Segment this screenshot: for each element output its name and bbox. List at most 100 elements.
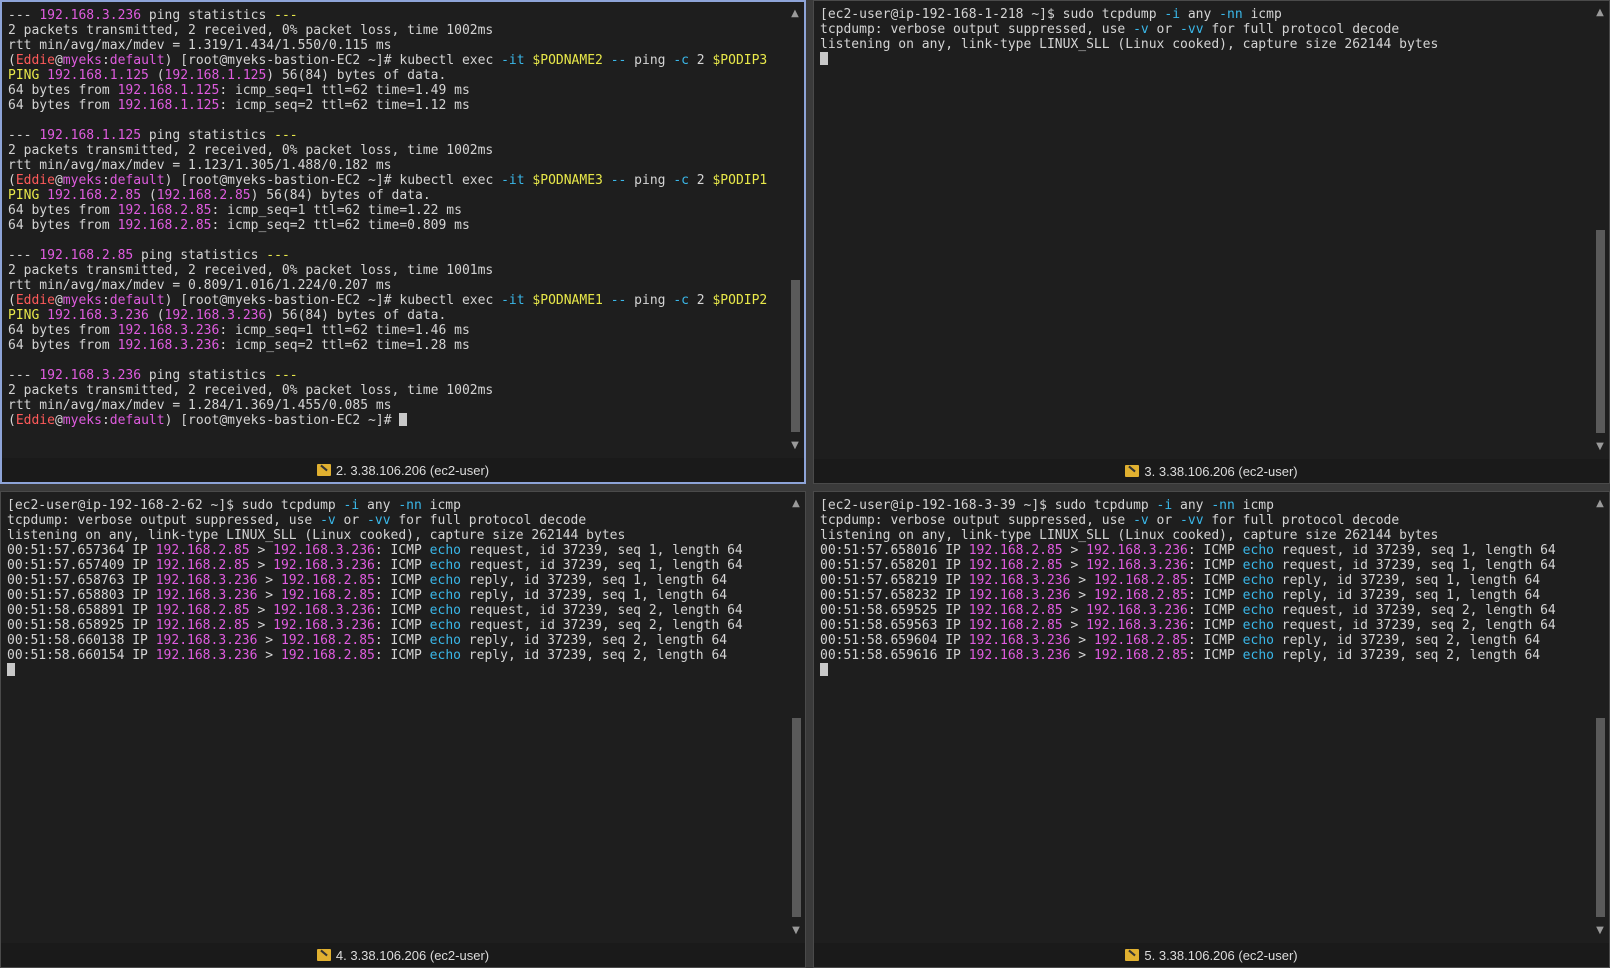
terminal-text: echo	[429, 618, 461, 633]
scroll-up-arrow-icon[interactable]: ▲	[1593, 498, 1607, 510]
terminal-text: : icmp_seq=2 ttl=62 time=1.28 ms	[219, 338, 470, 353]
terminal-text: echo	[1242, 618, 1274, 633]
terminal-text: >	[249, 558, 274, 573]
scroll-up-arrow-icon[interactable]: ▲	[1593, 7, 1607, 19]
terminal-text: [ec2-user@ip-192-168-3-39 ~]$ sudo tcpdu…	[820, 498, 1157, 513]
scroll-thumb[interactable]	[1596, 230, 1605, 433]
terminal-text: reply, id 37239, seq 2, length 64	[1273, 648, 1541, 663]
vertical-scrollbar[interactable]: ▲ ▼	[788, 8, 802, 452]
terminal-output[interactable]: [ec2-user@ip-192-168-1-218 ~]$ sudo tcpd…	[820, 7, 1589, 453]
terminal-text: rtt min/avg/max/mdev = 1.284/1.369/1.455…	[8, 398, 392, 413]
terminal-text: ping statistics	[141, 128, 275, 143]
scroll-thumb[interactable]	[791, 280, 800, 432]
scroll-up-arrow-icon[interactable]: ▲	[788, 8, 802, 20]
terminal-text: 192.168.2.85	[968, 558, 1063, 573]
terminal-line: 00:51:57.658016 IP 192.168.2.85 > 192.16…	[820, 543, 1589, 558]
terminal-line	[820, 663, 1589, 678]
scroll-thumb[interactable]	[1596, 717, 1605, 917]
terminal-text: or	[1148, 513, 1181, 528]
terminal-line: --- 192.168.1.125 ping statistics ---	[8, 128, 784, 143]
terminal-output[interactable]: [ec2-user@ip-192-168-2-62 ~]$ sudo tcpdu…	[7, 498, 785, 937]
terminal-text: tcpdump: verbose output suppressed, use	[7, 513, 321, 528]
terminal-text: ) [root@myeks-bastion-EC2 ~]# kubectl ex…	[164, 293, 502, 308]
terminal-text: : ICMP	[374, 558, 430, 573]
terminal-text: 192.168.2.85	[968, 543, 1063, 558]
scroll-down-arrow-icon[interactable]: ▼	[789, 925, 803, 937]
terminal-text: 192.168.3.236	[155, 633, 258, 648]
terminal-text: 00:51:57.657364 IP	[7, 543, 156, 558]
terminal-line: 00:51:57.658219 IP 192.168.3.236 > 192.1…	[820, 573, 1589, 588]
terminal-text: :	[101, 173, 110, 188]
scroll-thumb[interactable]	[792, 717, 801, 917]
terminal-text: reply, id 37239, seq 2, length 64	[1273, 633, 1541, 648]
terminal-text: 192.168.3.236	[968, 633, 1071, 648]
terminal-pane-4[interactable]: [ec2-user@ip-192-168-2-62 ~]$ sudo tcpdu…	[0, 491, 806, 968]
terminal-line: 00:51:57.658803 IP 192.168.3.236 > 192.1…	[7, 588, 785, 603]
terminal-text: for full protocol decode	[1203, 22, 1400, 37]
terminal-text: >	[1070, 588, 1094, 603]
scroll-up-arrow-icon[interactable]: ▲	[789, 498, 803, 510]
terminal-text: 00:51:57.658201 IP	[820, 558, 969, 573]
session-tab[interactable]: 2. 3.38.106.206 (ec2-user)	[2, 458, 804, 482]
terminal-text: 192.168.2.85	[1093, 633, 1188, 648]
terminal-text: [ec2-user@ip-192-168-2-62 ~]$ sudo tcpdu…	[7, 498, 344, 513]
terminal-output[interactable]: [ec2-user@ip-192-168-3-39 ~]$ sudo tcpdu…	[820, 498, 1589, 937]
terminal-line: --- 192.168.3.236 ping statistics ---	[8, 8, 784, 23]
terminal-line: 00:51:57.658232 IP 192.168.3.236 > 192.1…	[820, 588, 1589, 603]
terminal-pane-5[interactable]: [ec2-user@ip-192-168-3-39 ~]$ sudo tcpdu…	[813, 491, 1610, 968]
terminal-text: echo	[1242, 648, 1274, 663]
terminal-text: ---	[274, 368, 298, 383]
session-tab[interactable]: 3. 3.38.106.206 (ec2-user)	[814, 459, 1609, 483]
vertical-scrollbar[interactable]: ▲ ▼	[1593, 7, 1607, 453]
session-tab[interactable]: 4. 3.38.106.206 (ec2-user)	[1, 943, 805, 967]
terminal-text: 192.168.3.236	[1086, 558, 1188, 573]
terminal-text: : ICMP	[374, 618, 430, 633]
terminal-text: : ICMP	[374, 633, 430, 648]
terminal-line: PING 192.168.1.125 (192.168.1.125) 56(84…	[8, 68, 784, 83]
terminal-line: 00:51:58.659563 IP 192.168.2.85 > 192.16…	[820, 618, 1589, 633]
terminal-line: 00:51:58.659525 IP 192.168.2.85 > 192.16…	[820, 603, 1589, 618]
terminal-pane-3[interactable]: [ec2-user@ip-192-168-1-218 ~]$ sudo tcpd…	[813, 0, 1610, 484]
terminal-line: listening on any, link-type LINUX_SLL (L…	[820, 528, 1589, 543]
terminal-text: : ICMP	[374, 573, 430, 588]
terminal-text: 192.168.2.85	[1093, 573, 1188, 588]
terminal-text: rtt min/avg/max/mdev = 1.123/1.305/1.488…	[8, 158, 392, 173]
terminal-pane-2[interactable]: --- 192.168.3.236 ping statistics --- 2 p…	[0, 0, 806, 484]
terminal-text: tcpdump: verbose output suppressed, use	[820, 22, 1134, 37]
terminal-text: 64 bytes from	[8, 203, 118, 218]
terminal-text: -nn	[1219, 7, 1243, 22]
terminal-text: (	[8, 173, 16, 188]
session-tab[interactable]: 5. 3.38.106.206 (ec2-user)	[814, 943, 1609, 967]
terminal-text: @	[54, 413, 63, 428]
terminal-text: 2 packets transmitted, 2 received, 0% pa…	[8, 23, 494, 38]
terminal-text: 2 packets transmitted, 2 received, 0% pa…	[8, 263, 494, 278]
terminal-text: :	[101, 53, 110, 68]
terminal-line: PING 192.168.2.85 (192.168.2.85) 56(84) …	[8, 188, 784, 203]
vertical-scrollbar[interactable]: ▲ ▼	[789, 498, 803, 937]
vertical-scrollbar[interactable]: ▲ ▼	[1593, 498, 1607, 937]
terminal-text: 00:51:58.658891 IP	[7, 603, 156, 618]
terminal-text: myeks	[62, 293, 102, 308]
terminal-line: 00:51:57.658763 IP 192.168.3.236 > 192.1…	[7, 573, 785, 588]
scroll-down-arrow-icon[interactable]: ▼	[788, 440, 802, 452]
terminal-output[interactable]: --- 192.168.3.236 ping statistics --- 2 p…	[8, 8, 784, 452]
scroll-down-arrow-icon[interactable]: ▼	[1593, 441, 1607, 453]
terminal-line: 00:51:58.658891 IP 192.168.2.85 > 192.16…	[7, 603, 785, 618]
terminal-text: : ICMP	[1187, 648, 1243, 663]
terminal-text: 00:51:58.659525 IP	[820, 603, 969, 618]
terminal-text: 00:51:58.660138 IP	[7, 633, 156, 648]
terminal-text: 192.168.3.236	[39, 368, 142, 383]
terminal-text: echo	[1242, 603, 1274, 618]
terminal-text: echo	[1242, 543, 1274, 558]
terminal-text: PING	[8, 308, 48, 323]
terminal-text: 64 bytes from	[8, 338, 118, 353]
terminal-line: (Eddie@myeks:default) [root@myeks-bastio…	[8, 413, 784, 428]
session-tab-label: 2. 3.38.106.206 (ec2-user)	[335, 462, 490, 478]
terminal-text: 00:51:57.658763 IP	[7, 573, 156, 588]
terminal-text: request, id 37239, seq 1, length 64	[1273, 543, 1556, 558]
terminal-text: or	[335, 513, 368, 528]
terminal-text: 192.168.2.85	[117, 203, 212, 218]
scroll-down-arrow-icon[interactable]: ▼	[1593, 925, 1607, 937]
